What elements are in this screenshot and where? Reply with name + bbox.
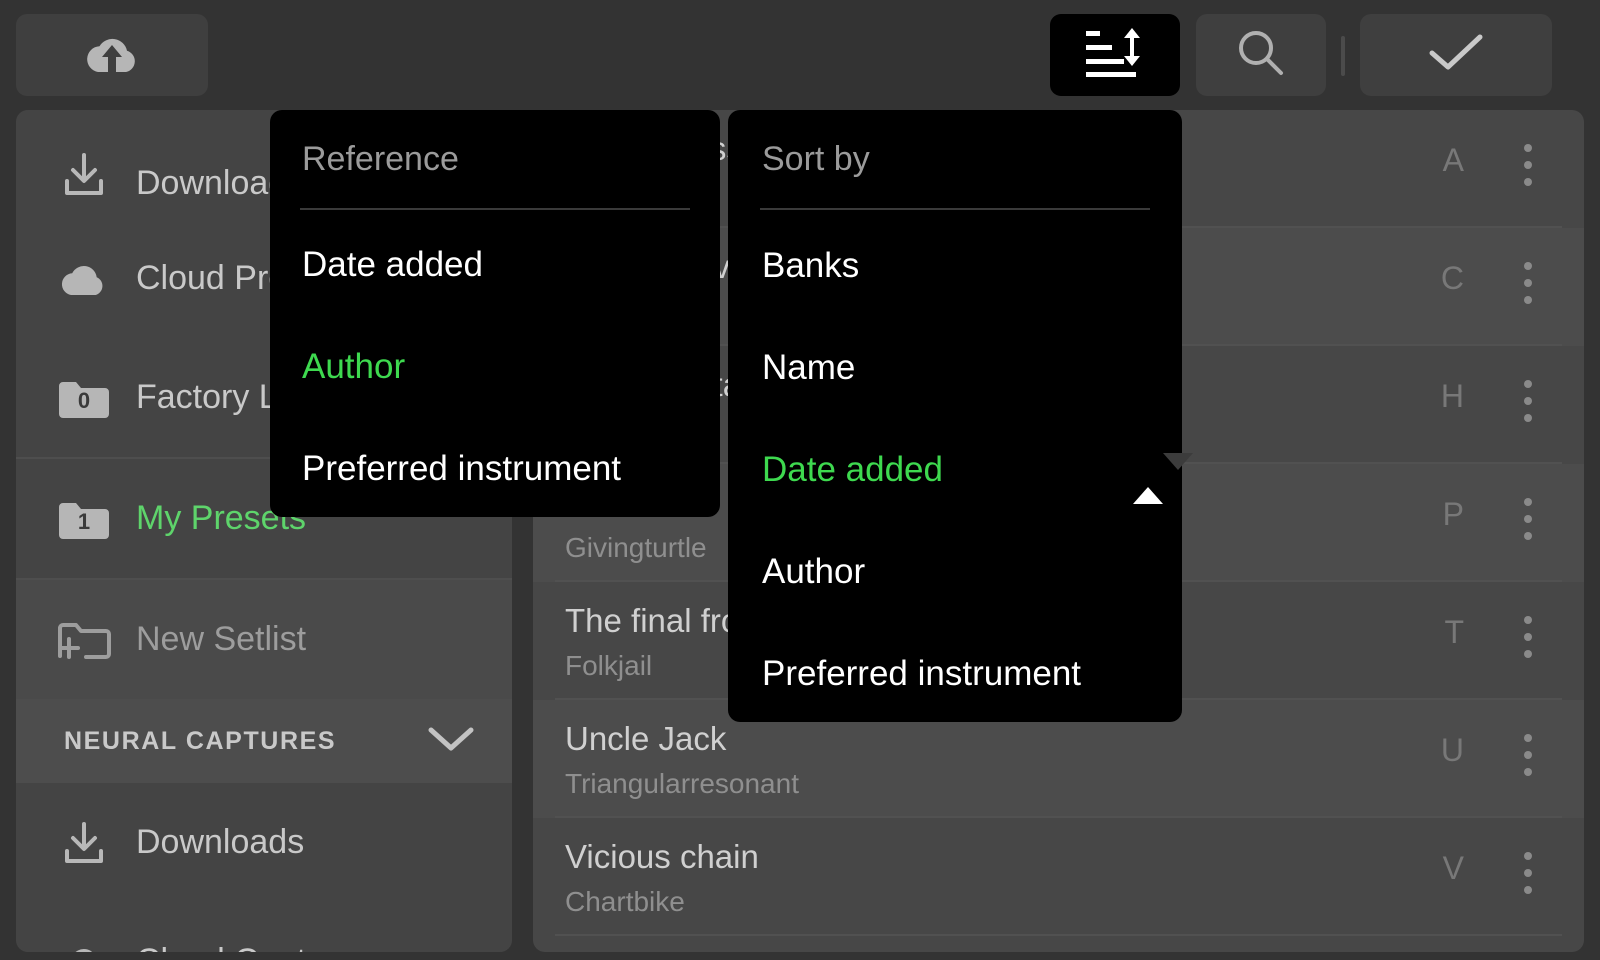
reference-menu: Reference Date added Author Preferred in… (270, 110, 720, 517)
sort-item-author[interactable]: Author (762, 552, 865, 592)
sort-icon (1084, 25, 1146, 86)
folder-plus-icon (56, 612, 112, 668)
reference-item-author[interactable]: Author (302, 347, 405, 387)
sort-item-name[interactable]: Name (762, 348, 855, 388)
reference-item-preferred-instrument[interactable]: Preferred instrument (302, 449, 621, 489)
sort-direction-control[interactable] (1133, 453, 1193, 504)
top-toolbar (0, 0, 1600, 110)
download-icon (56, 147, 112, 203)
preset-letter: A (1442, 142, 1464, 178)
preset-author: Folkjail (565, 650, 653, 681)
preset-letter: T (1444, 614, 1464, 650)
cloud-upload-icon (84, 30, 140, 81)
search-icon (1235, 27, 1287, 84)
sort-item-banks[interactable]: Banks (762, 246, 859, 286)
section-title: NEURAL CAPTURES (64, 726, 337, 755)
sidebar-group-new: New Setlist (16, 580, 512, 699)
menu-divider (760, 208, 1150, 210)
cloud-icon (56, 251, 112, 307)
sort-descending-icon[interactable] (1163, 453, 1193, 487)
kebab-menu-icon[interactable] (1524, 852, 1532, 903)
sidebar-item-cloud-captures[interactable]: Cloud Captures (16, 902, 512, 952)
preset-letter: H (1440, 378, 1464, 414)
search-button[interactable] (1196, 14, 1326, 96)
preset-letter: C (1440, 260, 1464, 296)
sort-ascending-icon[interactable] (1133, 470, 1163, 504)
folder-badge-count: 1 (77, 508, 91, 534)
folder-icon: 0 (56, 370, 112, 426)
cloud-icon (56, 934, 112, 952)
preset-letter: V (1442, 850, 1464, 886)
preset-author: Triangularresonant (565, 768, 799, 799)
kebab-menu-icon[interactable] (1524, 262, 1532, 313)
sidebar-item-label: Cloud Captures (136, 942, 372, 952)
sidebar-item-captures-downloads[interactable]: Downloads (16, 783, 512, 902)
preset-letter: P (1442, 496, 1464, 532)
kebab-menu-icon[interactable] (1524, 616, 1532, 667)
kebab-menu-icon[interactable] (1524, 734, 1532, 785)
sidebar-item-label: Downloads (136, 823, 305, 861)
reference-item-date-added[interactable]: Date added (302, 245, 483, 285)
kebab-menu-icon[interactable] (1524, 380, 1532, 431)
preset-name: Vicious chain (565, 838, 759, 875)
row-divider (555, 934, 1562, 936)
check-icon (1428, 33, 1484, 78)
sort-item-preferred-instrument[interactable]: Preferred instrument (762, 654, 1081, 694)
menu-divider (300, 208, 690, 210)
confirm-button[interactable] (1360, 14, 1552, 96)
sort-button[interactable] (1050, 14, 1180, 96)
cloud-upload-button[interactable] (16, 14, 208, 96)
preset-author: Chartbike (565, 886, 685, 917)
toolbar-divider (1341, 36, 1345, 76)
sort-by-menu: Sort by Banks Name Date added Author Pre… (728, 110, 1193, 722)
folder-icon: 1 (56, 491, 112, 547)
preset-author: Givingturtle (565, 532, 707, 563)
folder-badge-count: 0 (77, 387, 91, 413)
table-row[interactable]: Vicious chain Chartbike V (533, 818, 1584, 936)
sidebar-item-new-setlist[interactable]: New Setlist (16, 580, 512, 699)
preset-name: Uncle Jack (565, 720, 727, 757)
download-icon (56, 815, 112, 871)
sidebar-section-neural-captures[interactable]: NEURAL CAPTURES (16, 699, 512, 783)
kebab-menu-icon[interactable] (1524, 498, 1532, 549)
sidebar-item-label: New Setlist (136, 620, 307, 658)
sidebar-group-captures: Downloads Cloud Captures (16, 783, 512, 952)
sort-item-date-added[interactable]: Date added (762, 450, 943, 490)
kebab-menu-icon[interactable] (1524, 144, 1532, 195)
menu-title: Sort by (762, 140, 870, 178)
menu-title: Reference (302, 140, 459, 178)
preset-letter: U (1440, 732, 1464, 768)
chevron-down-icon[interactable] (428, 726, 474, 757)
